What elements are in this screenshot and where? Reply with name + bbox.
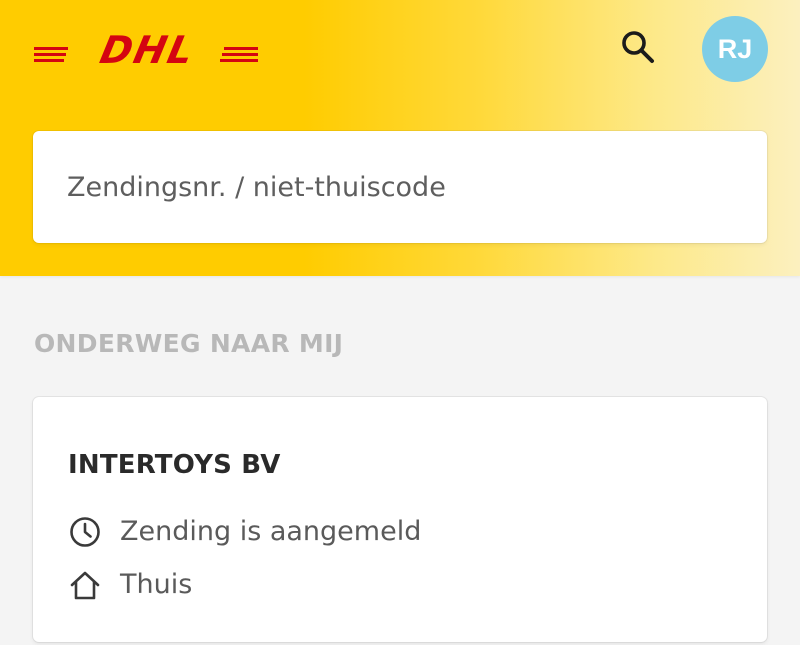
tracking-search-field[interactable] — [33, 131, 767, 243]
clock-icon — [67, 514, 103, 550]
shipment-destination: Thuis — [120, 569, 193, 600]
shipment-status: Zending is aangemeld — [120, 516, 422, 547]
app-header: DHL RJ — [0, 0, 800, 276]
dhl-logo-text: DHL — [96, 30, 199, 70]
shipment-status-row: Zending is aangemeld — [67, 514, 421, 550]
search-button[interactable] — [612, 26, 664, 72]
user-avatar[interactable]: RJ — [702, 16, 768, 82]
search-icon — [618, 27, 658, 71]
tracking-number-input[interactable] — [65, 170, 767, 204]
section-title: ONDERWEG NAAR MIJ — [34, 329, 344, 358]
home-icon — [67, 567, 103, 603]
shipment-destination-row: Thuis — [67, 567, 192, 603]
shipment-sender: INTERTOYS BV — [68, 450, 281, 480]
avatar-initials: RJ — [717, 33, 753, 64]
dhl-logo: DHL — [34, 28, 260, 73]
shipment-card[interactable]: INTERTOYS BV Zending is aangemeld Thuis — [33, 397, 767, 642]
